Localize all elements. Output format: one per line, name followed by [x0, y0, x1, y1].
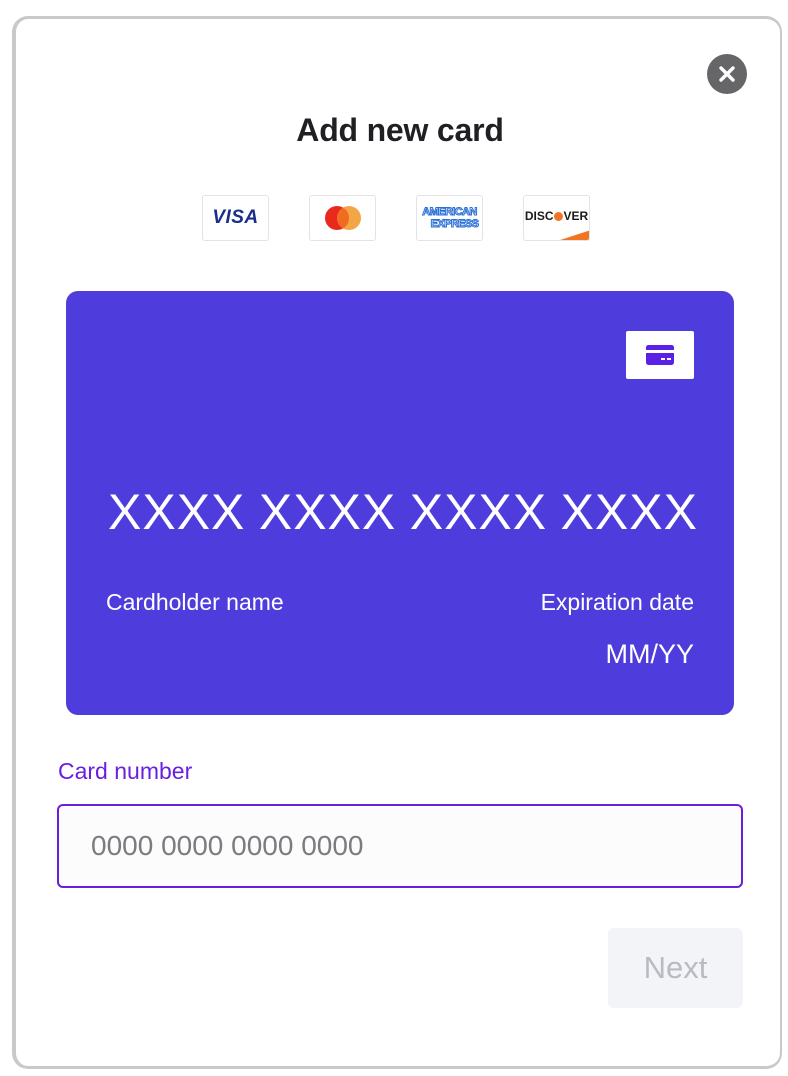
- card-number-label: Card number: [58, 758, 193, 784]
- card-number-group: XXXX: [409, 484, 548, 540]
- credit-card-icon: [646, 345, 674, 365]
- modal-title: Add new card: [296, 112, 504, 148]
- cardholder-name-label: Cardholder name: [106, 589, 284, 615]
- discover-logo: DISC VER: [523, 195, 590, 241]
- card-type-badge: [626, 331, 694, 379]
- expiration-date-value: MM/YY: [605, 639, 694, 669]
- card-number-group: XXXX: [560, 484, 698, 540]
- mastercard-circles: [324, 206, 361, 230]
- expiration-date-label: Expiration date: [540, 589, 694, 615]
- visa-logo-text: VISA: [212, 207, 259, 228]
- card-brands-list: VISA AMERICAN EXPRESS DISC VER: [202, 195, 590, 241]
- close-icon: [719, 66, 735, 82]
- amex-logo-line1: AMERICAN: [422, 206, 478, 219]
- card-number-input[interactable]: [57, 804, 743, 888]
- amex-logo-line2: EXPRESS: [430, 218, 479, 231]
- amex-logo: AMERICAN EXPRESS: [416, 195, 483, 241]
- visa-logo: VISA: [202, 195, 269, 241]
- card-preview: XXXX XXXX XXXX XXXX Cardholder name Expi…: [66, 291, 734, 715]
- discover-logo-stripe: [560, 230, 589, 240]
- card-number-group: XXXX: [258, 484, 397, 540]
- card-number-group: XXXX: [108, 484, 246, 540]
- mastercard-logo: [309, 195, 376, 241]
- close-button[interactable]: [707, 54, 747, 94]
- next-button[interactable]: Next: [608, 928, 743, 1008]
- card-number-preview: XXXX XXXX XXXX XXXX: [108, 483, 698, 541]
